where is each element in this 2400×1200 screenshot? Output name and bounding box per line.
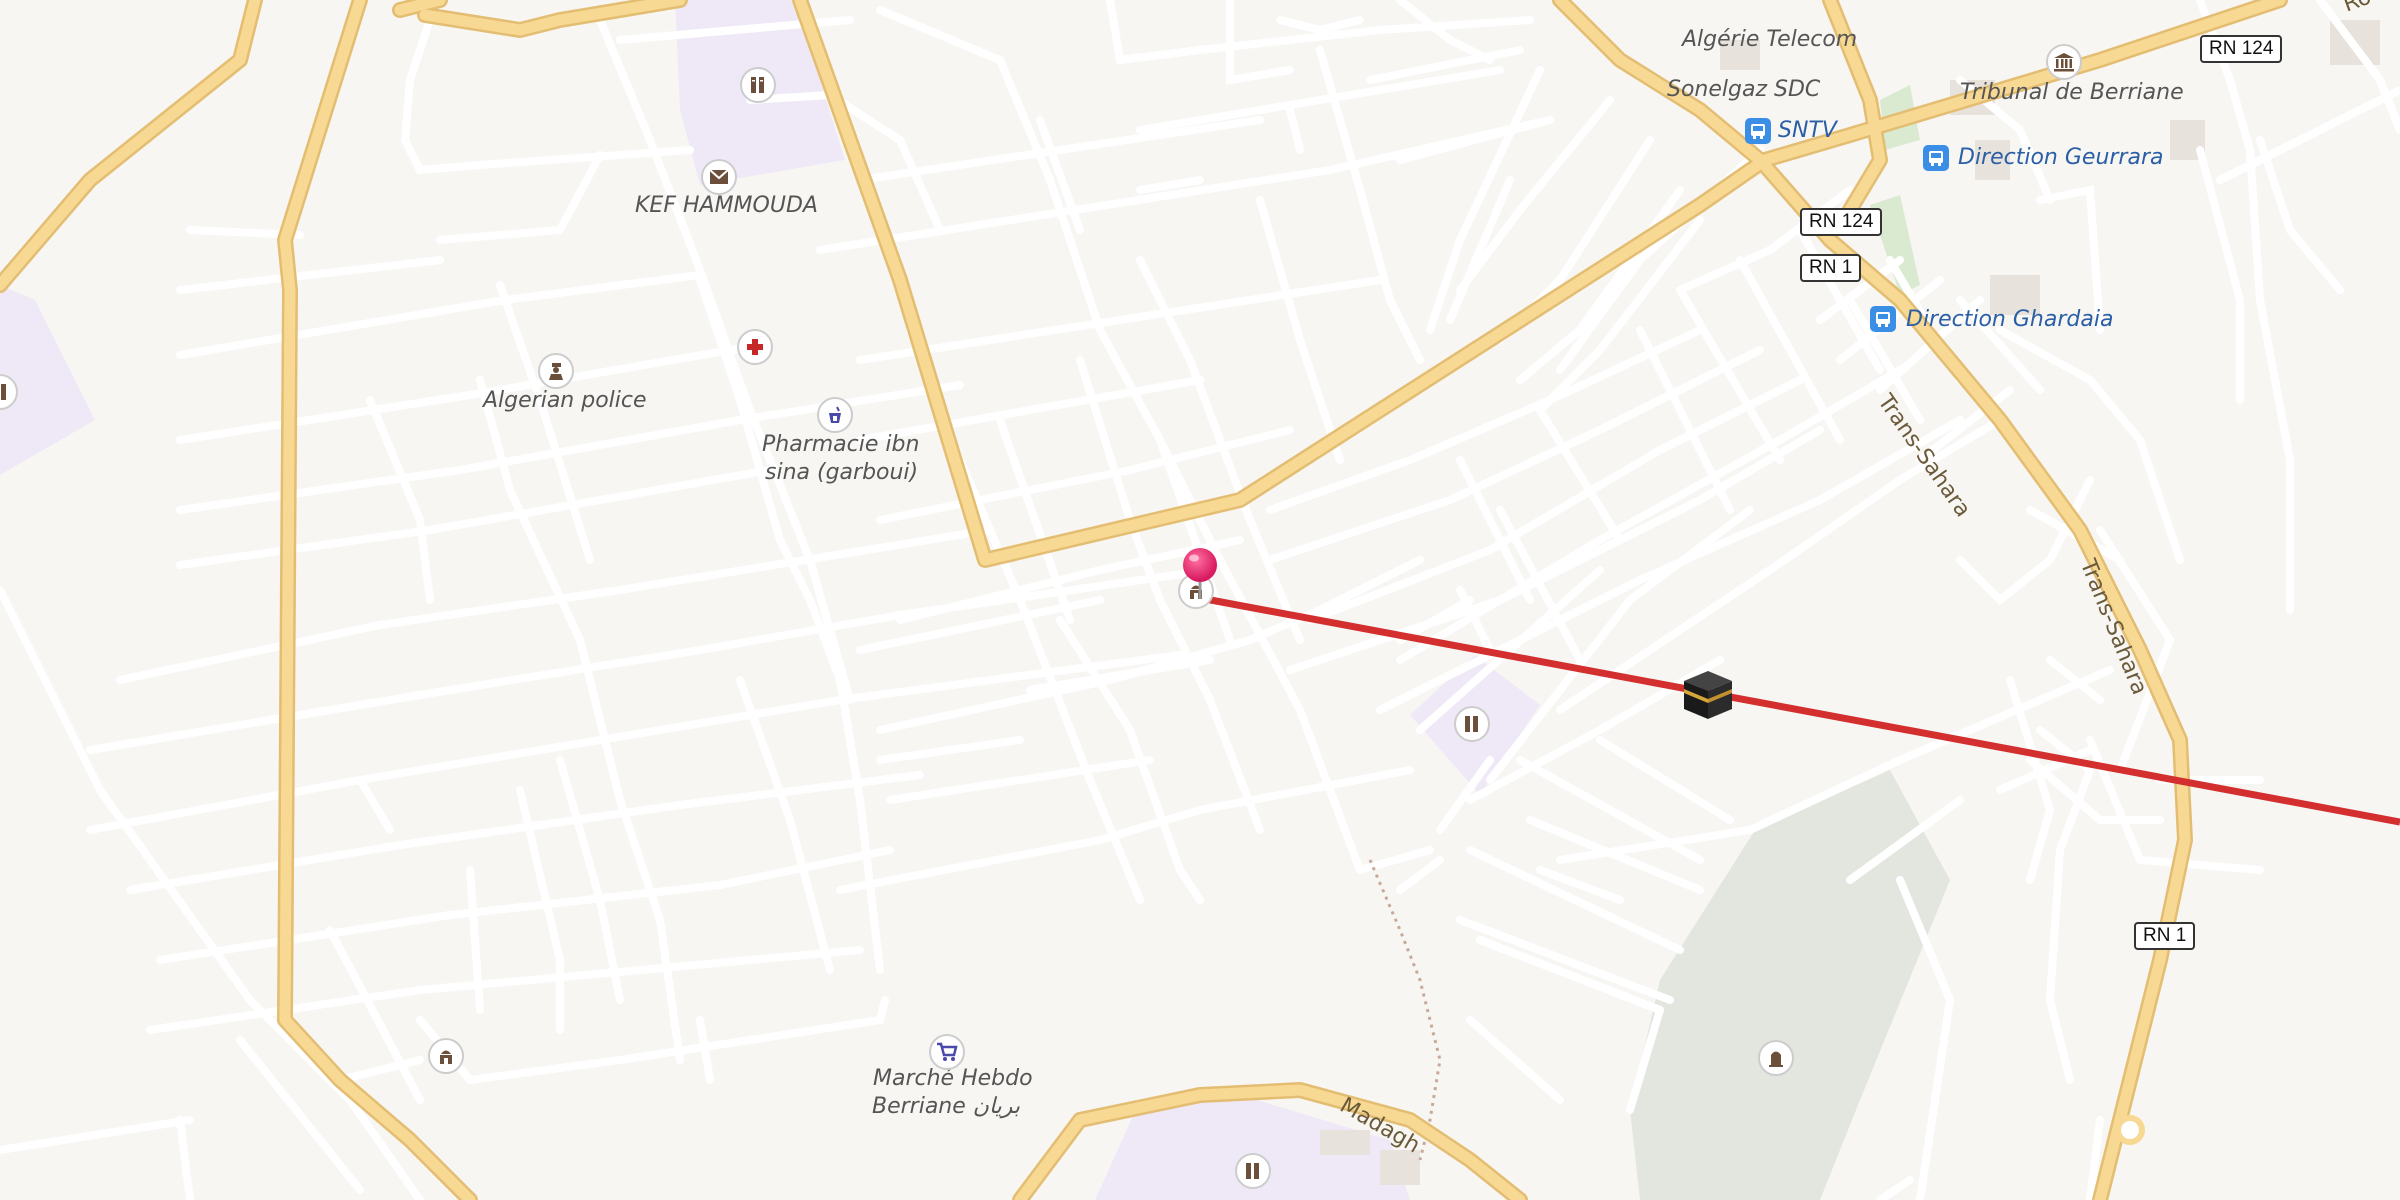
label-direction-geurrara: Direction Geurrara [1958, 145, 2164, 170]
map-view[interactable]: KEF HAMMOUDA Algerian police Pharmacie i… [0, 0, 2400, 1200]
school-icon-center[interactable] [1454, 706, 1490, 742]
post-office-icon[interactable] [701, 159, 737, 195]
bus-stop-icon-sntv[interactable] [1745, 118, 1771, 144]
label-algerie-telecom: Algérie Telecom [1682, 27, 1858, 52]
label-algerian-police: Algerian police [483, 388, 647, 413]
school-icon-south[interactable] [1235, 1153, 1271, 1189]
label-tribunal: Tribunal de Berriane [1960, 80, 2184, 105]
label-kef-hammouda: KEF HAMMOUDA [635, 193, 818, 218]
shield-rn1-low: RN 1 [2134, 922, 2196, 950]
shield-rn1-mid: RN 1 [1800, 254, 1862, 282]
label-direction-ghardaia: Direction Ghardaia [1906, 307, 2114, 332]
school-icon[interactable] [740, 67, 776, 103]
shopping-cart-icon[interactable] [929, 1034, 965, 1070]
hospital-icon[interactable] [737, 329, 773, 365]
major-roads [0, 0, 2288, 1200]
pharmacy-icon[interactable] [817, 397, 853, 433]
label-pharmacie-line1: Pharmacie ibn [762, 432, 920, 457]
cemetery-area [1630, 770, 1950, 1200]
map-pin-icon[interactable] [1180, 545, 1220, 601]
label-sonelgaz: Sonelgaz SDC [1667, 77, 1821, 102]
bus-stop-icon-ghardaia[interactable] [1870, 306, 1896, 332]
bus-stop-icon-geurrara[interactable] [1923, 145, 1949, 171]
religious-icon[interactable] [1680, 667, 1736, 723]
shield-rn124-mid: RN 124 [1800, 208, 1883, 236]
shield-rn124-top: RN 124 [2200, 35, 2283, 63]
monument-icon[interactable] [2046, 44, 2082, 80]
police-icon[interactable] [538, 353, 574, 389]
label-sntv: SNTV [1778, 118, 1837, 143]
label-pharmacie-line2: sina (garboui) [765, 460, 919, 485]
label-marche-line2: Berriane بريان [872, 1094, 1021, 1119]
school-area-west [0, 285, 95, 475]
mosque-icon-west[interactable] [428, 1038, 464, 1074]
cemetery-icon[interactable] [1758, 1040, 1794, 1076]
label-marche-line1: Marché Hebdo [873, 1066, 1033, 1091]
